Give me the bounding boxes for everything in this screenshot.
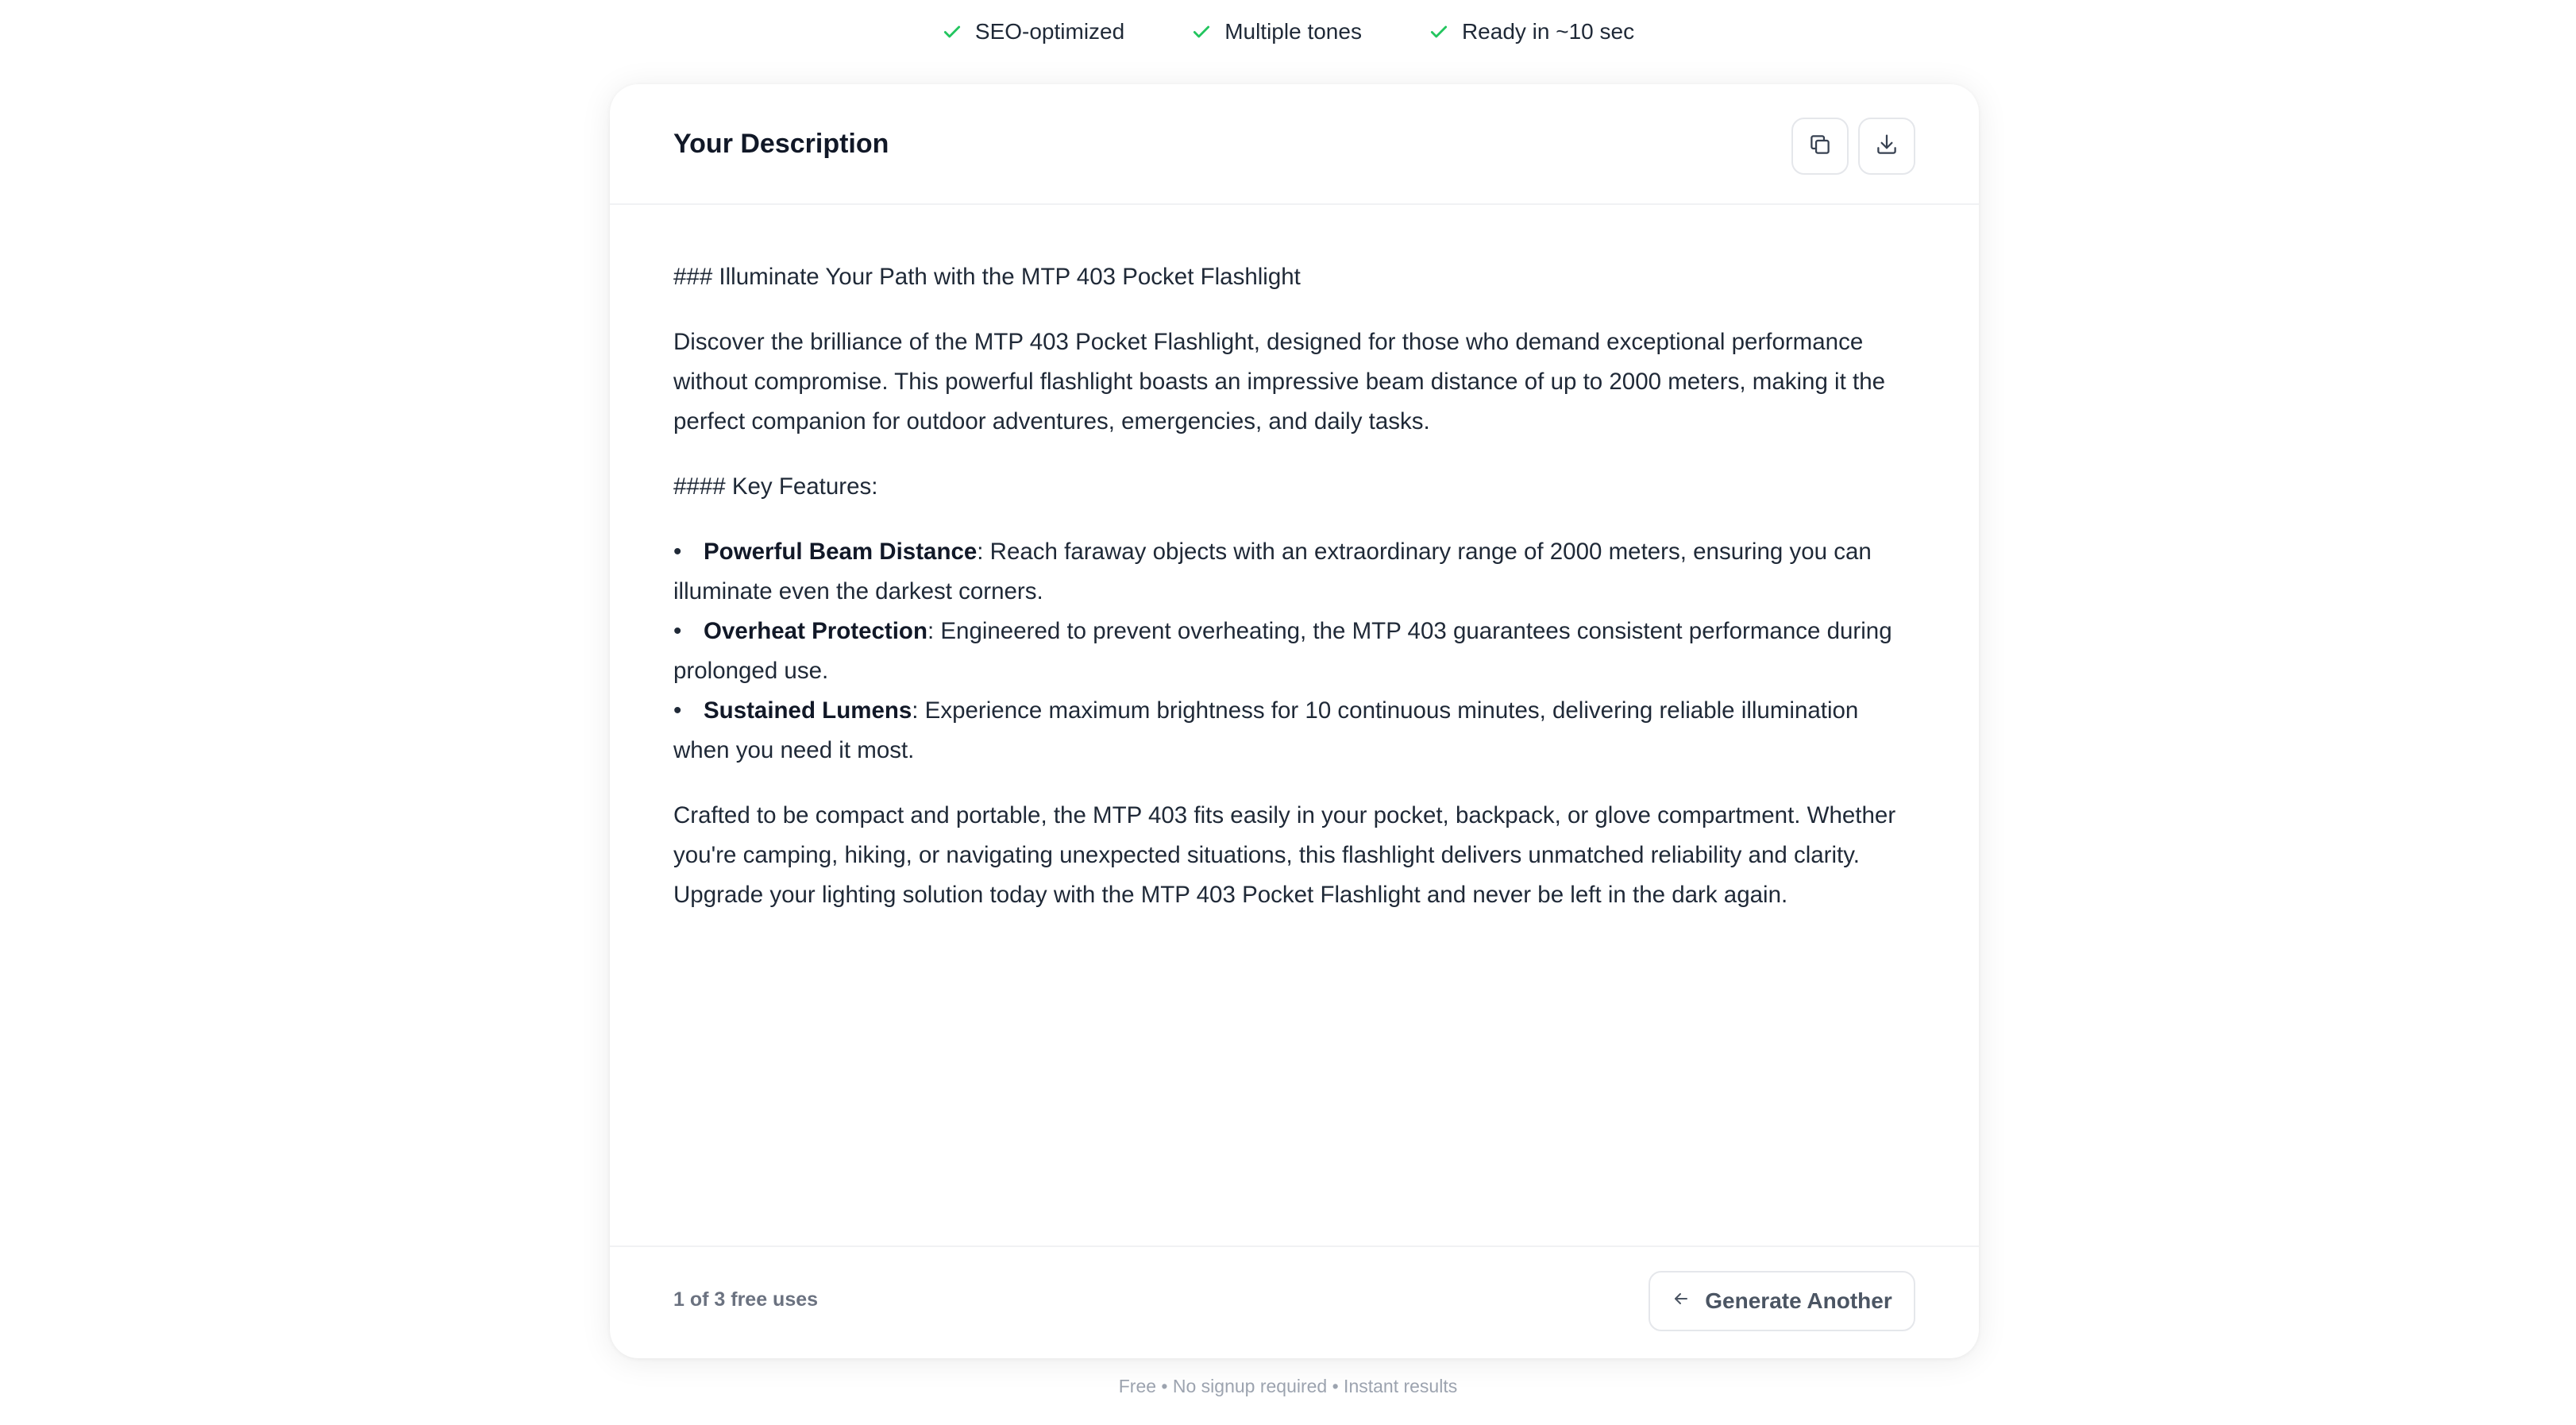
card-header: Your Description bbox=[610, 84, 1979, 205]
content-heading: ### Illuminate Your Path with the MTP 40… bbox=[673, 264, 1301, 290]
download-button[interactable] bbox=[1858, 118, 1915, 175]
copy-button[interactable] bbox=[1791, 118, 1849, 175]
card-title: Your Description bbox=[673, 129, 889, 159]
content-intro: Discover the brilliance of the MTP 403 P… bbox=[673, 329, 1886, 434]
feature-highlights: SEO-optimized Multiple tones Ready in ~1… bbox=[0, 17, 2576, 46]
generate-another-label: Generate Another bbox=[1705, 1288, 1892, 1313]
content-closing: Crafted to be compact and portable, the … bbox=[673, 802, 1896, 908]
feature-title: Sustained Lumens bbox=[704, 697, 912, 724]
feature-item-tones: Multiple tones bbox=[1191, 17, 1362, 46]
feature-item-speed: Ready in ~10 sec bbox=[1429, 17, 1634, 46]
check-icon bbox=[942, 21, 962, 42]
check-icon bbox=[1191, 21, 1212, 42]
feature-label: SEO-optimized bbox=[974, 19, 1125, 44]
usage-counter: 1 of 3 free uses bbox=[673, 1288, 819, 1311]
feature-item-seo: SEO-optimized bbox=[942, 17, 1124, 46]
generate-another-button[interactable]: Generate Another bbox=[1649, 1271, 1915, 1331]
feature-title: Overheat Protection bbox=[704, 618, 927, 644]
footnote: Free • No signup required • Instant resu… bbox=[1118, 1376, 1458, 1396]
copy-icon bbox=[1807, 131, 1834, 162]
description-content: ### Illuminate Your Path with the MTP 40… bbox=[673, 205, 1915, 915]
list-item: • Powerful Beam Distance: Reach faraway o… bbox=[673, 539, 1872, 604]
feature-label: Ready in ~10 sec bbox=[1461, 19, 1635, 44]
content-subheading: #### Key Features: bbox=[673, 473, 878, 500]
description-card: Your Description ### Illuminate Your Pat… bbox=[610, 84, 1979, 1358]
download-icon bbox=[1873, 131, 1900, 162]
feature-label: Multiple tones bbox=[1224, 19, 1362, 44]
list-item: • Overheat Protection: Engineered to prev… bbox=[673, 618, 1892, 684]
card-footer: 1 of 3 free uses Generate Another bbox=[610, 1245, 1979, 1358]
list-item: • Sustained Lumens: Experience maximum br… bbox=[673, 697, 1859, 763]
arrow-left-icon bbox=[1672, 1288, 1691, 1314]
feature-title: Powerful Beam Distance bbox=[704, 539, 978, 565]
key-features-list: • Powerful Beam Distance: Reach faraway o… bbox=[673, 532, 1915, 770]
check-icon bbox=[1429, 21, 1449, 42]
